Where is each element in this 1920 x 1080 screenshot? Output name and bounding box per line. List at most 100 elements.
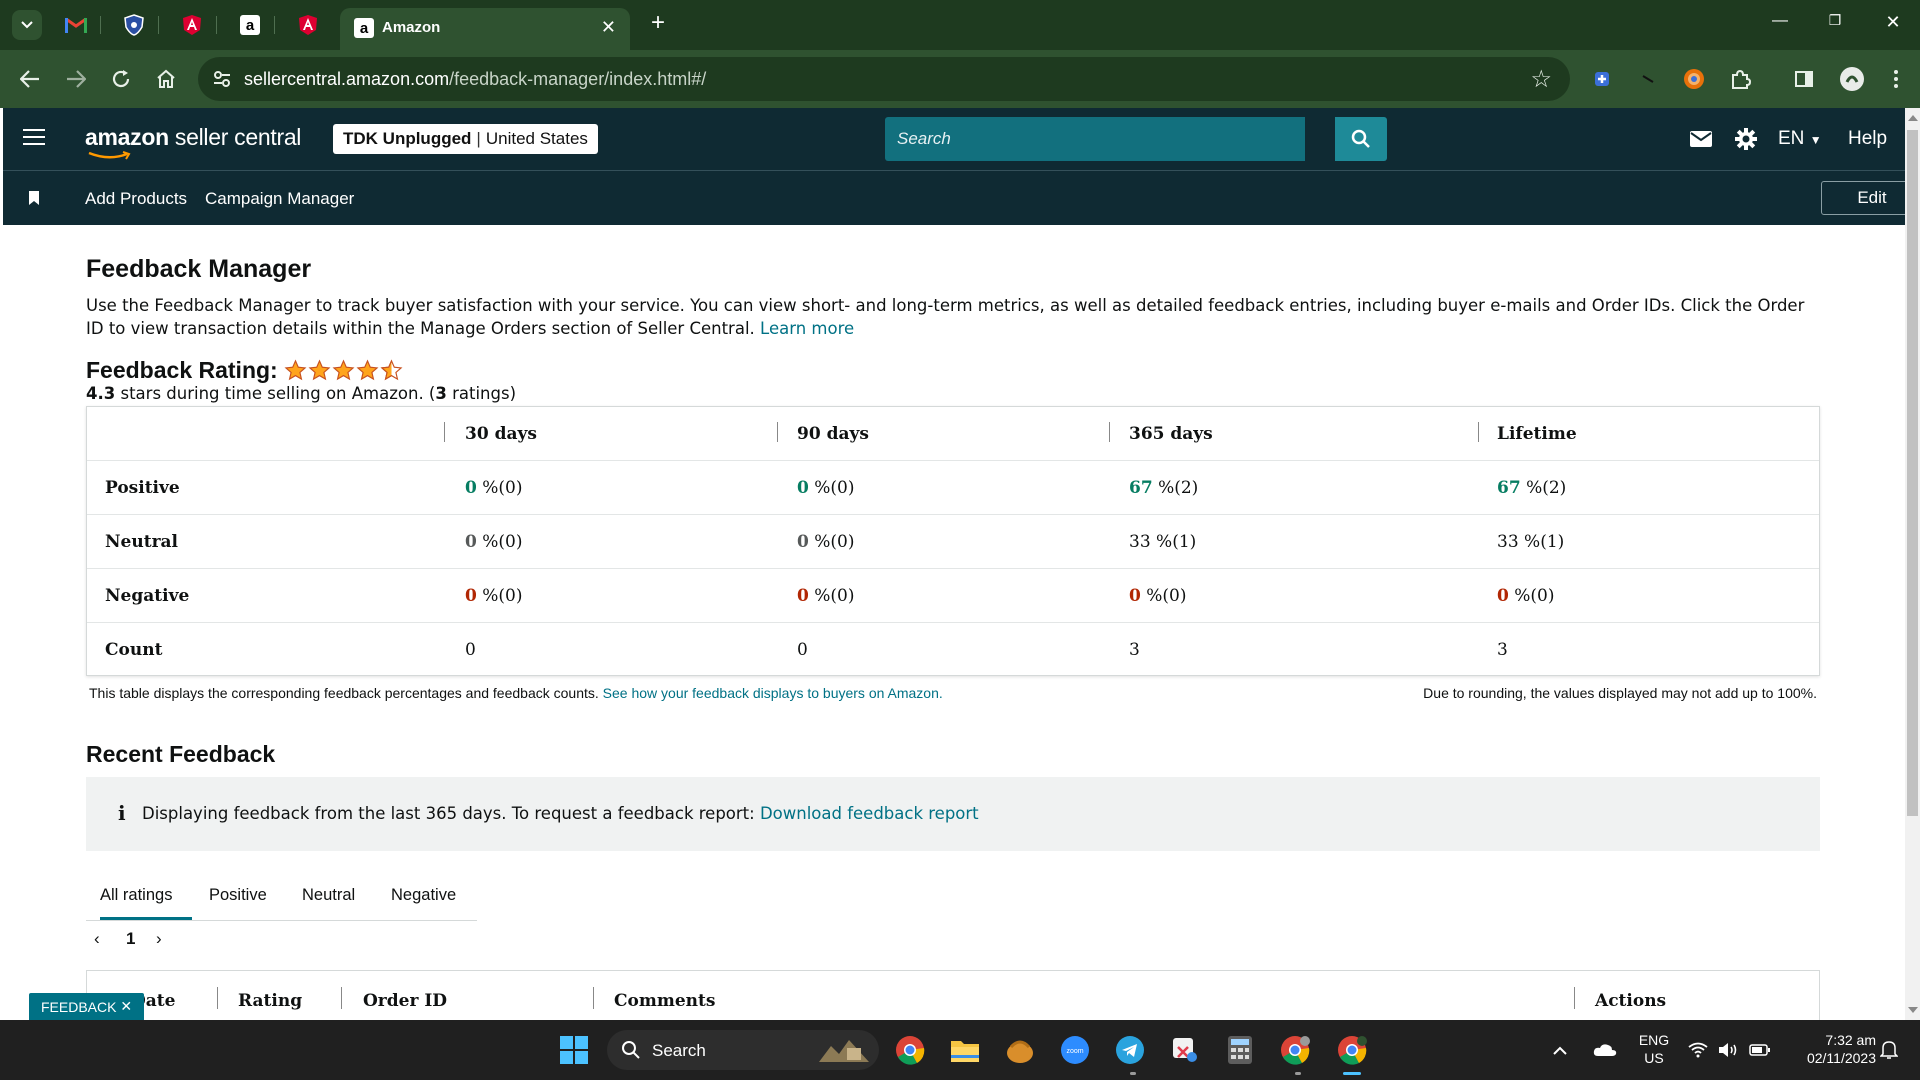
cell-count: %(1) — [1518, 532, 1565, 552]
taskbar-chrome-profile-2[interactable] — [1278, 1033, 1312, 1067]
hamburger-menu-icon[interactable] — [23, 129, 45, 147]
url-text: sellercentral.amazon.com/feedback-manage… — [244, 69, 707, 89]
side-panel-button[interactable] — [1790, 65, 1818, 93]
minimize-button[interactable]: — — [1765, 12, 1795, 30]
tab-positive[interactable]: Positive — [209, 886, 267, 905]
scroll-down-arrow[interactable] — [1908, 1007, 1918, 1013]
scroll-thumb[interactable] — [1907, 130, 1918, 816]
feedback-widget-button[interactable]: FEEDBACK ✕ — [29, 993, 145, 1020]
current-page[interactable]: 1 — [126, 929, 135, 949]
nav-add-products[interactable]: Add Products — [85, 189, 187, 209]
taskbar-snipping-tool[interactable] — [1168, 1033, 1202, 1067]
chrome-icon — [896, 1036, 925, 1065]
close-icon[interactable]: ✕ — [120, 998, 132, 1015]
extension-arrow-button[interactable] — [1634, 65, 1662, 93]
learn-more-link[interactable]: Learn more — [760, 319, 854, 338]
cell-percent: 0 — [797, 478, 809, 498]
taskbar-file-explorer[interactable] — [948, 1033, 982, 1067]
page-title: Feedback Manager — [86, 255, 312, 283]
back-button[interactable] — [16, 65, 44, 93]
table-cell: 0 %(0) — [1497, 586, 1554, 606]
forward-button[interactable] — [62, 65, 90, 93]
new-tab-button[interactable]: + — [645, 10, 671, 36]
page-intro: Use the Feedback Manager to track buyer … — [86, 296, 1805, 338]
volume-tray[interactable] — [1716, 1033, 1742, 1067]
star-rating — [284, 359, 404, 382]
next-page-icon[interactable]: › — [156, 929, 162, 949]
bookmark-icon[interactable] — [27, 190, 41, 206]
search-input[interactable] — [885, 117, 1305, 161]
star-full-icon — [308, 359, 331, 381]
show-hidden-icons[interactable] — [1548, 1033, 1572, 1067]
address-bar[interactable]: sellercentral.amazon.com/feedback-manage… — [198, 57, 1570, 101]
home-button[interactable] — [152, 65, 180, 93]
settings-button[interactable] — [1733, 127, 1759, 151]
shield-tab[interactable] — [120, 11, 148, 39]
taskbar-search[interactable]: Search — [607, 1030, 879, 1070]
feedback-metrics-table: 30 days 90 days 365 days Lifetime Positi… — [86, 406, 1820, 676]
windows-taskbar: Search zoom ENG US 7:32 am 02/11/2023 — [0, 1020, 1920, 1080]
taskbar-app-basket[interactable] — [1003, 1033, 1037, 1067]
reload-button[interactable] — [107, 65, 135, 93]
active-tab[interactable]: a Amazon ✕ — [340, 8, 630, 50]
messages-button[interactable] — [1688, 127, 1714, 151]
amazon-pinned-tab[interactable]: a — [236, 11, 264, 39]
restore-button[interactable]: ❐ — [1820, 12, 1850, 29]
input-language[interactable]: ENG US — [1636, 1032, 1672, 1066]
orange-circle-icon — [1684, 69, 1704, 89]
star-full-icon — [284, 359, 307, 381]
close-window-button[interactable]: ✕ — [1878, 12, 1908, 33]
tab-negative[interactable]: Negative — [391, 886, 456, 905]
angular-tab[interactable] — [178, 11, 206, 39]
col-rating: Rating — [238, 991, 303, 1011]
table-cell: 3 — [1497, 640, 1508, 660]
wifi-tray[interactable] — [1685, 1033, 1711, 1067]
angular-icon — [299, 15, 317, 35]
extension-orange-button[interactable] — [1680, 65, 1708, 93]
extension-button[interactable] — [1588, 65, 1616, 93]
search-button[interactable] — [1335, 117, 1387, 161]
onedrive-tray[interactable] — [1590, 1033, 1620, 1067]
extensions-menu-button[interactable] — [1726, 65, 1754, 93]
search-box — [885, 117, 1305, 161]
cell-percent: 0 — [465, 586, 477, 606]
tab-search-button[interactable] — [12, 10, 42, 40]
taskbar-chrome[interactable] — [893, 1033, 927, 1067]
tab-all-ratings[interactable]: All ratings — [100, 886, 172, 905]
page-scrollbar[interactable] — [1905, 108, 1920, 1020]
feedback-display-link[interactable]: See how your feedback displays to buyers… — [603, 685, 943, 701]
speaker-icon — [1719, 1043, 1737, 1057]
taskbar-calculator[interactable] — [1223, 1033, 1257, 1067]
language-selector[interactable]: EN ▼ — [1778, 128, 1822, 150]
row-label: Negative — [105, 586, 190, 606]
start-button[interactable] — [557, 1033, 591, 1067]
bookmark-star-icon[interactable]: ☆ — [1530, 65, 1552, 94]
row-label: Positive — [105, 478, 180, 498]
browser-menu-button[interactable] — [1882, 65, 1910, 93]
notifications-button[interactable] — [1876, 1033, 1902, 1067]
seller-central-logo[interactable]: amazon seller central — [85, 124, 301, 160]
clock[interactable]: 7:32 am 02/11/2023 — [1784, 1032, 1876, 1066]
taskbar-telegram[interactable] — [1113, 1033, 1147, 1067]
gmail-tab[interactable] — [62, 11, 90, 39]
store-selector[interactable]: TDK Unplugged | United States — [333, 124, 598, 154]
nav-campaign-manager[interactable]: Campaign Manager — [205, 189, 354, 209]
download-report-link[interactable]: Download feedback report — [760, 804, 979, 823]
cell-count: 3 — [1129, 640, 1140, 660]
scroll-up-arrow[interactable] — [1908, 115, 1918, 121]
angular-tab-2[interactable] — [294, 11, 322, 39]
col-actions: Actions — [1595, 991, 1667, 1011]
shield-icon — [124, 14, 144, 36]
tab-neutral[interactable]: Neutral — [302, 886, 355, 905]
battery-tray[interactable] — [1747, 1033, 1773, 1067]
angular-icon — [183, 15, 201, 35]
prev-page-icon[interactable]: ‹ — [94, 929, 100, 949]
cell-percent: 0 — [1497, 586, 1509, 606]
close-tab-icon[interactable]: ✕ — [601, 17, 616, 38]
site-info-icon[interactable] — [212, 69, 232, 89]
help-link[interactable]: Help — [1848, 128, 1887, 150]
browser-toolbar: sellercentral.amazon.com/feedback-manage… — [0, 50, 1920, 108]
profile-avatar[interactable] — [1838, 65, 1866, 93]
taskbar-zoom[interactable]: zoom — [1058, 1033, 1092, 1067]
taskbar-chrome-active[interactable] — [1335, 1033, 1369, 1067]
